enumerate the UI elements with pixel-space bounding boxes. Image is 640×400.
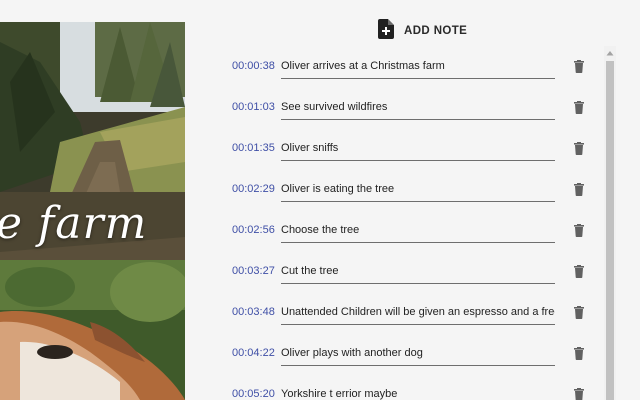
notes-scrollbar[interactable] <box>604 46 616 400</box>
video-frame[interactable]: e farm <box>0 22 185 400</box>
delete-icon[interactable] <box>574 60 584 73</box>
note-text-field[interactable]: Oliver arrives at a Christmas farm <box>281 59 555 79</box>
note-row: 00:01:03 See survived wildfires <box>222 87 602 128</box>
note-timestamp[interactable]: 00:01:03 <box>232 101 275 113</box>
scroll-up-arrow-icon[interactable] <box>604 46 616 60</box>
note-text-field[interactable]: Unattended Children will be given an esp… <box>281 305 555 325</box>
note-row: 00:03:27 Cut the tree <box>222 251 602 292</box>
note-add-icon <box>378 18 394 44</box>
note-text-field[interactable]: Oliver plays with another dog <box>281 346 555 366</box>
notes-list: 00:00:38 Oliver arrives at a Christmas f… <box>222 46 602 400</box>
note-timestamp[interactable]: 00:01:35 <box>232 142 275 154</box>
note-timestamp[interactable]: 00:02:29 <box>232 183 275 195</box>
note-text-field[interactable]: Choose the tree <box>281 223 555 243</box>
delete-icon[interactable] <box>574 142 584 155</box>
note-row: 00:02:29 Oliver is eating the tree <box>222 169 602 210</box>
add-note-button[interactable]: ADD NOTE <box>378 18 468 44</box>
delete-icon[interactable] <box>574 265 584 278</box>
note-timestamp[interactable]: 00:02:56 <box>232 224 275 236</box>
delete-icon[interactable] <box>574 306 584 319</box>
delete-icon[interactable] <box>574 388 584 400</box>
note-timestamp[interactable]: 00:03:48 <box>232 306 275 318</box>
delete-icon[interactable] <box>574 183 584 196</box>
note-text-field[interactable]: See survived wildfires <box>281 100 555 120</box>
note-timestamp[interactable]: 00:04:22 <box>232 347 275 359</box>
delete-icon[interactable] <box>574 101 584 114</box>
add-note-label: ADD NOTE <box>404 25 468 37</box>
note-row: 00:04:22 Oliver plays with another dog <box>222 333 602 374</box>
note-row: 00:03:48 Unattended Children will be giv… <box>222 292 602 333</box>
note-timestamp[interactable]: 00:00:38 <box>232 60 275 72</box>
note-row: 00:00:38 Oliver arrives at a Christmas f… <box>222 46 602 87</box>
note-text-field[interactable]: Oliver is eating the tree <box>281 182 555 202</box>
delete-icon[interactable] <box>574 347 584 360</box>
video-caption: e farm <box>0 198 148 249</box>
note-text-field[interactable]: Cut the tree <box>281 264 555 284</box>
note-text-field[interactable]: Yorkshire t errior maybe <box>281 387 555 400</box>
note-text-field[interactable]: Oliver sniffs <box>281 141 555 161</box>
note-row: 00:05:20 Yorkshire t errior maybe <box>222 374 602 400</box>
note-timestamp[interactable]: 00:03:27 <box>232 265 275 277</box>
note-row: 00:01:35 Oliver sniffs <box>222 128 602 169</box>
note-row: 00:02:56 Choose the tree <box>222 210 602 251</box>
scrollbar-thumb[interactable] <box>606 61 614 400</box>
delete-icon[interactable] <box>574 224 584 237</box>
note-timestamp[interactable]: 00:05:20 <box>232 388 275 400</box>
